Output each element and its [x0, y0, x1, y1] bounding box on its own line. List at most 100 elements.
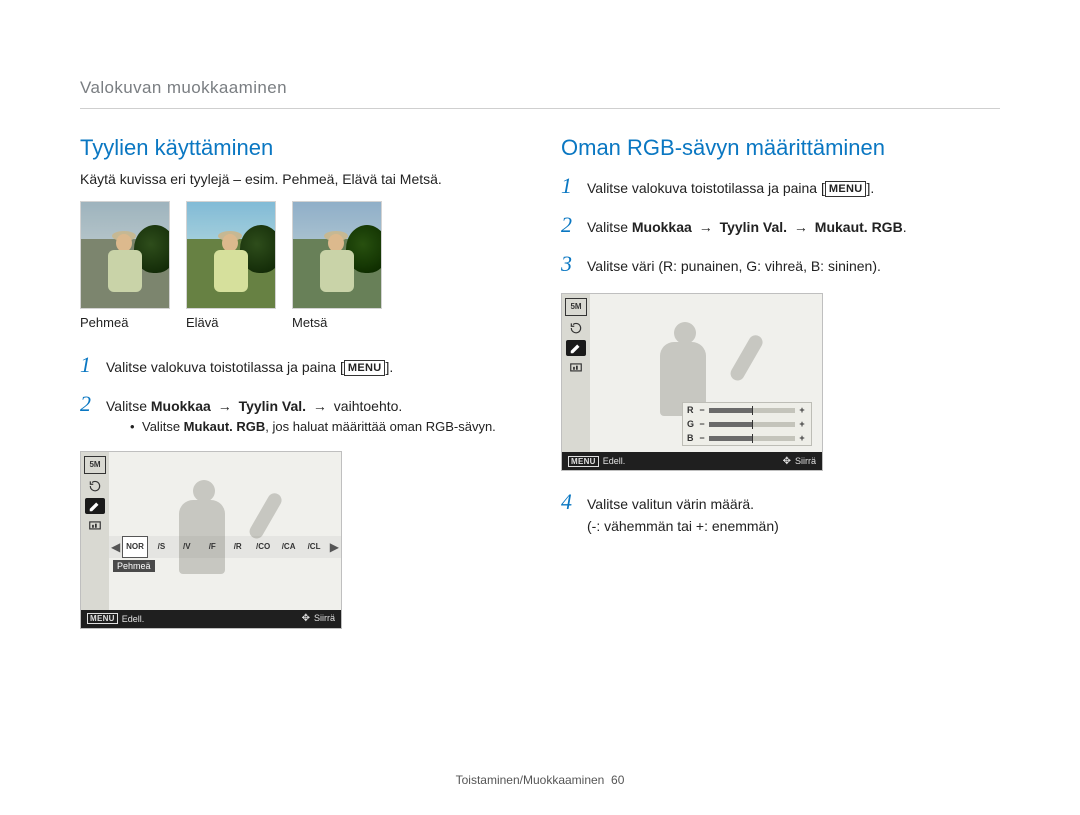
lcd-preview-rgb: 5M R − +	[561, 293, 823, 471]
step-bold: Muokkaa	[632, 219, 692, 235]
plus-icon: +	[797, 405, 807, 415]
lcd-sidebar: 5M	[562, 294, 590, 452]
slideshow-icon-svg	[88, 519, 102, 533]
resolution-badge: 5M	[84, 456, 106, 474]
plus-icon: +	[797, 433, 807, 443]
minus-icon: −	[697, 419, 707, 429]
edit-icon	[566, 340, 586, 356]
rgb-row-r: R − +	[683, 403, 811, 417]
right-steps: 1 Valitse valokuva toistotilassa ja pain…	[561, 171, 1000, 279]
lcd-footer-move: Siirrä	[795, 456, 816, 466]
rgb-label: R	[687, 405, 697, 415]
step-number: 1	[80, 350, 98, 381]
slider-bar	[709, 422, 795, 427]
minus-icon: −	[697, 433, 707, 443]
thumbnail-vivid	[186, 201, 276, 309]
style-cell: /F	[201, 537, 224, 557]
rgb-sliders: R − + G − + B − +	[682, 402, 812, 446]
lcd-silhouette	[151, 470, 271, 590]
style-cell: /S	[150, 537, 173, 557]
style-strip: ◀ NOR /S /V /F /R /CO /CA /CL ▶	[109, 536, 341, 558]
resolution-badge: 5M	[565, 298, 587, 316]
rotate-icon	[85, 478, 105, 494]
lcd-footer-move: Siirrä	[314, 613, 335, 623]
menu-glyph: MENU	[568, 456, 599, 467]
lcd-footer-back: Edell.	[122, 614, 145, 624]
step-text: Valitse valokuva toistotilassa ja paina …	[587, 180, 825, 196]
slider-bar	[709, 408, 795, 413]
arrow-icon: →	[696, 218, 716, 238]
sub-text: Valitse	[142, 419, 184, 434]
step-bold: Tyylin Val.	[239, 398, 306, 414]
menu-glyph: MENU	[87, 613, 118, 624]
rgb-row-g: G − +	[683, 417, 811, 431]
edit-icon	[85, 498, 105, 514]
breadcrumb: Valokuvan muokkaaminen	[80, 78, 1000, 109]
style-thumbnails	[80, 201, 519, 309]
style-cell: NOR	[122, 536, 147, 558]
step-text: ].	[385, 359, 393, 375]
step-text: Valitse	[106, 398, 151, 414]
step-1: 1 Valitse valokuva toistotilassa ja pain…	[561, 171, 1000, 202]
rgb-label: G	[687, 419, 697, 429]
thumbnail-soft	[80, 201, 170, 309]
content-columns: Tyylien käyttäminen Käytä kuvissa eri ty…	[80, 135, 1000, 629]
footer-section: Toistaminen/Muokkaaminen	[456, 773, 605, 787]
lcd-footer-back: Edell.	[603, 456, 626, 466]
lcd-sidebar: 5M	[81, 452, 109, 610]
page-footer: Toistaminen/Muokkaaminen 60	[0, 773, 1080, 787]
sub-bold: Mukaut. RGB	[184, 419, 266, 434]
styles-intro: Käytä kuvissa eri tyylejä – esim. Pehmeä…	[80, 171, 519, 187]
step-number: 2	[80, 389, 98, 420]
thumbnail-label: Elävä	[186, 315, 276, 330]
slideshow-icon	[85, 518, 105, 534]
chevron-right-icon: ▶	[328, 540, 341, 554]
chevron-left-icon: ◀	[109, 540, 122, 554]
step-number: 2	[561, 210, 579, 241]
step-bold: Mukaut. RGB	[815, 219, 903, 235]
thumbnail-forest	[292, 201, 382, 309]
thumbnail-label: Metsä	[292, 315, 382, 330]
step-2: 2 Valitse Muokkaa → Tyylin Val. → Mukaut…	[561, 210, 1000, 241]
rotate-icon	[566, 320, 586, 336]
style-cell: /CL	[302, 537, 325, 557]
section-title-styles: Tyylien käyttäminen	[80, 135, 519, 161]
step-4: 4 Valitse valitun värin määrä. (-: vähem…	[561, 487, 1000, 536]
step-text: Valitse väri (R: punainen, G: vihreä, B:…	[587, 257, 1000, 277]
step-2-sub: Valitse Mukaut. RGB, jos haluat määrittä…	[130, 418, 519, 436]
step-bold: Muokkaa	[151, 398, 211, 414]
step-text: vaihtoehto.	[334, 398, 403, 414]
step-text: Valitse	[587, 219, 632, 235]
dpad-icon: Siirrä	[302, 613, 335, 624]
step-note: (-: vähemmän tai +: enemmän)	[587, 517, 1000, 537]
pencil-icon	[88, 499, 102, 513]
lcd-footer: MENU Edell. Siirrä	[81, 610, 341, 628]
arrow-icon: →	[791, 218, 811, 238]
lcd-preview-styles: 5M ◀ NOR /S /V /F	[80, 451, 342, 629]
style-cell: /CO	[251, 537, 274, 557]
rgb-label: B	[687, 433, 697, 443]
step-number: 3	[561, 249, 579, 280]
dpad-icon: Siirrä	[783, 456, 816, 467]
minus-icon: −	[697, 405, 707, 415]
step-text: ].	[866, 180, 874, 196]
plus-icon: +	[797, 419, 807, 429]
sub-text: , jos haluat määrittää oman RGB-sävyn.	[265, 419, 496, 434]
step-2: 2 Valitse Muokkaa → Tyylin Val. → vaihto…	[80, 389, 519, 437]
arrow-icon: →	[215, 397, 235, 417]
rgb-row-b: B − +	[683, 431, 811, 445]
left-steps: 1 Valitse valokuva toistotilassa ja pain…	[80, 350, 519, 437]
left-column: Tyylien käyttäminen Käytä kuvissa eri ty…	[80, 135, 519, 629]
menu-button-glyph: MENU	[825, 181, 867, 197]
footer-page-number: 60	[611, 773, 624, 787]
step-text: Valitse valokuva toistotilassa ja paina …	[106, 359, 344, 375]
slider-bar	[709, 436, 795, 441]
step-text: .	[903, 219, 907, 235]
right-steps-cont: 4 Valitse valitun värin määrä. (-: vähem…	[561, 487, 1000, 536]
page: Valokuvan muokkaaminen Tyylien käyttämin…	[0, 0, 1080, 815]
lcd-footer: MENU Edell. Siirrä	[562, 452, 822, 470]
selected-style-label: Pehmeä	[113, 560, 155, 572]
right-column: Oman RGB-sävyn määrittäminen 1 Valitse v…	[561, 135, 1000, 629]
rotate-icon-svg	[88, 479, 102, 493]
thumbnail-labels: Pehmeä Elävä Metsä	[80, 315, 519, 330]
